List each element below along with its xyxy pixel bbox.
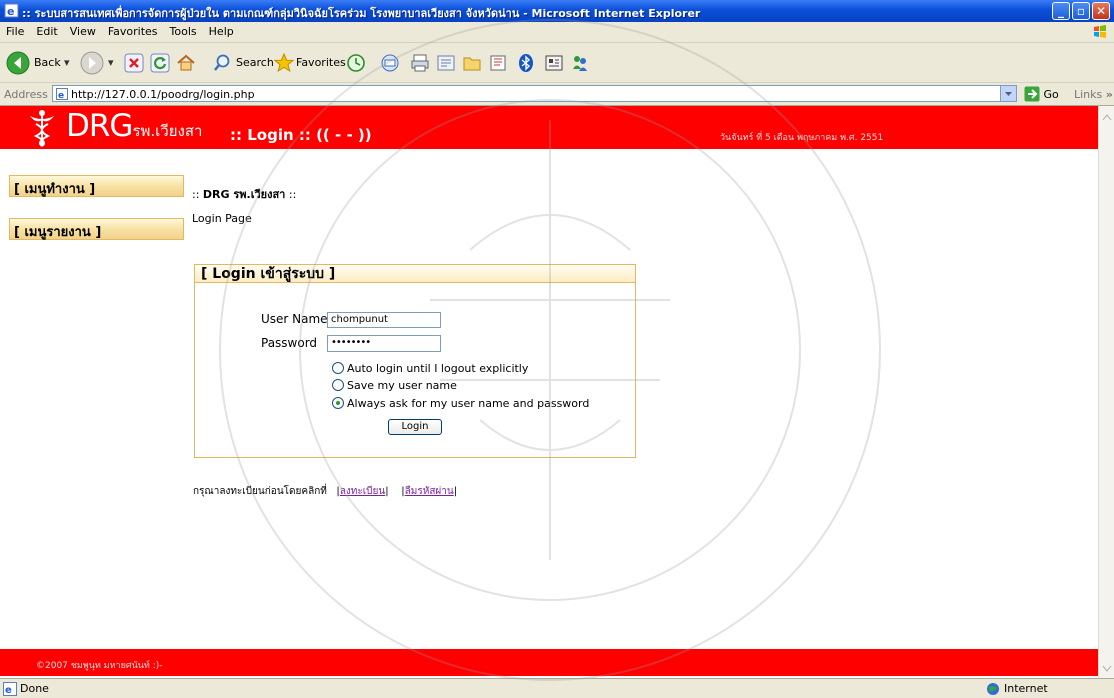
folder-icon[interactable]	[462, 53, 482, 73]
refresh-icon[interactable]	[150, 53, 170, 73]
password-input[interactable]: ••••••••	[327, 335, 441, 352]
done-page-icon: e	[3, 682, 17, 696]
page-icon: e	[56, 88, 68, 100]
web-page: DRGรพ.เวียงสา :: Login :: (( - - )) วันจ…	[0, 106, 1098, 678]
bluetooth-icon[interactable]	[516, 53, 536, 73]
radio-auto-login[interactable]: Auto login until I logout explicitly	[332, 362, 528, 375]
address-dropdown-icon[interactable]	[1000, 86, 1016, 101]
home-icon[interactable]	[176, 53, 196, 73]
minimize-button[interactable]: _	[1052, 2, 1070, 20]
address-label: Address	[4, 88, 48, 101]
radio-auto-login-label: Auto login until I logout explicitly	[347, 362, 529, 375]
forgot-password-link[interactable]: ลืมรหัสผ่าน	[405, 486, 454, 497]
svg-text:e: e	[5, 685, 12, 696]
crumb-suffix: ::	[285, 188, 297, 201]
username-input[interactable]: chompunut	[327, 312, 441, 328]
edit-icon[interactable]	[436, 53, 456, 73]
login-button[interactable]: Login	[388, 419, 442, 435]
site-header: DRGรพ.เวียงสา :: Login :: (( - - )) วันจ…	[0, 106, 1098, 149]
footer-text: ©2007 ชมพูนุท มหายศนันท์ :)-	[36, 661, 163, 671]
go-button[interactable]: Go	[1024, 86, 1059, 102]
radio-always-ask-label: Always ask for my user name and password	[347, 397, 590, 410]
radio-save-username[interactable]: Save my user name	[332, 379, 457, 392]
status-text: Done	[20, 682, 49, 695]
back-arrow-icon[interactable]	[6, 51, 30, 75]
mail-icon[interactable]	[380, 53, 400, 73]
back-dropdown-icon[interactable]: ▾	[64, 51, 70, 75]
messenger-window-icon[interactable]	[544, 53, 564, 73]
internet-globe-icon	[987, 683, 999, 695]
site-footer: ©2007 ชมพูนุท มหายศนันท์ :)-	[0, 649, 1098, 676]
menu-favorites[interactable]: Favorites	[102, 22, 164, 38]
radio-save-username-label: Save my user name	[347, 379, 457, 392]
windows-logo-icon	[1094, 25, 1106, 38]
register-prompt: กรุณาลงทะเบียนก่อนโดยคลิกที่	[193, 486, 327, 497]
favorites-star-icon[interactable]	[274, 53, 294, 73]
close-button[interactable]: ✕	[1092, 2, 1110, 20]
title-bar: e :: ระบบสารสนเทศเพื่อการจัดการผู้ป่วยใน…	[0, 0, 1114, 22]
print-icon[interactable]	[410, 53, 430, 73]
header-date: วันจันทร์ ที่ 5 เดือน พฤษภาคม พ.ศ. 2551	[720, 133, 884, 143]
password-label: Password	[261, 336, 318, 350]
page-title: :: Login :: (( - - ))	[230, 126, 372, 144]
crumb-title: DRG รพ.เวียงสา	[202, 188, 286, 201]
report-menu-button[interactable]: [ เมนูรายงาน ]	[9, 218, 184, 240]
svg-text:e: e	[58, 91, 64, 100]
register-link[interactable]: ลงทะเบียน	[340, 486, 385, 497]
work-menu-button[interactable]: [ เมนูทำงาน ]	[9, 175, 184, 197]
maximize-button[interactable]: ▫	[1072, 2, 1090, 20]
go-label: Go	[1043, 88, 1059, 101]
breadcrumb: :: DRG รพ.เวียงสา ::	[192, 185, 296, 203]
menu-bar: File Edit View Favorites Tools Help	[0, 22, 1114, 43]
login-panel: User Name chompunut Password •••••••• Au…	[194, 282, 636, 458]
search-button[interactable]: Search	[236, 51, 274, 75]
address-bar: Address e http://127.0.0.1/poodrg/login.…	[0, 83, 1114, 106]
brand-logo: DRGรพ.เวียงสา	[66, 108, 202, 144]
vertical-scrollbar[interactable]	[1098, 106, 1114, 678]
page-label: Login Page	[192, 212, 252, 225]
address-url: http://127.0.0.1/poodrg/login.php	[71, 88, 255, 101]
toolbar: Back ▾ ▾ Search Favorites	[0, 43, 1114, 83]
radio-circle[interactable]	[332, 362, 344, 374]
forward-arrow-icon[interactable]	[80, 51, 104, 75]
register-line: กรุณาลงทะเบียนก่อนโดยคลิกที่ |ลงทะเบียน|…	[193, 486, 458, 497]
forward-dropdown-icon[interactable]: ▾	[108, 51, 114, 75]
history-icon[interactable]	[346, 53, 366, 73]
brand-main: DRG	[66, 108, 133, 144]
menu-help[interactable]: Help	[203, 22, 240, 38]
stop-icon[interactable]	[124, 53, 144, 73]
go-arrow-icon	[1024, 86, 1040, 102]
username-label: User Name	[261, 312, 328, 326]
menu-view[interactable]: View	[64, 22, 102, 38]
links-label: Links	[1074, 88, 1103, 101]
radio-circle[interactable]	[332, 379, 344, 391]
radio-always-ask[interactable]: Always ask for my user name and password	[332, 397, 589, 410]
research-icon[interactable]	[488, 53, 508, 73]
links-toolbar[interactable]: Links »	[1074, 88, 1113, 101]
menu-file[interactable]: File	[0, 22, 30, 38]
brand-sub: รพ.เวียงสา	[132, 122, 203, 140]
window-title: :: ระบบสารสนเทศเพื่อการจัดการผู้ป่วยใน ต…	[22, 7, 701, 20]
messenger-icon[interactable]	[570, 53, 590, 73]
status-bar: e Done Internet	[0, 678, 1114, 698]
menu-edit[interactable]: Edit	[30, 22, 63, 38]
back-button[interactable]: Back	[34, 51, 61, 75]
security-zone: Internet	[1004, 682, 1048, 695]
caduceus-logo-icon	[30, 110, 54, 147]
crumb-prefix: ::	[192, 188, 203, 201]
radio-circle-selected[interactable]	[332, 397, 344, 409]
ie-page-icon: e	[4, 3, 19, 18]
address-input[interactable]: e http://127.0.0.1/poodrg/login.php	[52, 85, 1017, 102]
favorites-button[interactable]: Favorites	[296, 51, 346, 75]
menu-tools[interactable]: Tools	[164, 22, 203, 38]
search-icon[interactable]	[212, 53, 232, 73]
svg-text:e: e	[7, 5, 14, 18]
login-panel-title: [ Login เข้าสู่ระบบ ]	[194, 264, 636, 284]
